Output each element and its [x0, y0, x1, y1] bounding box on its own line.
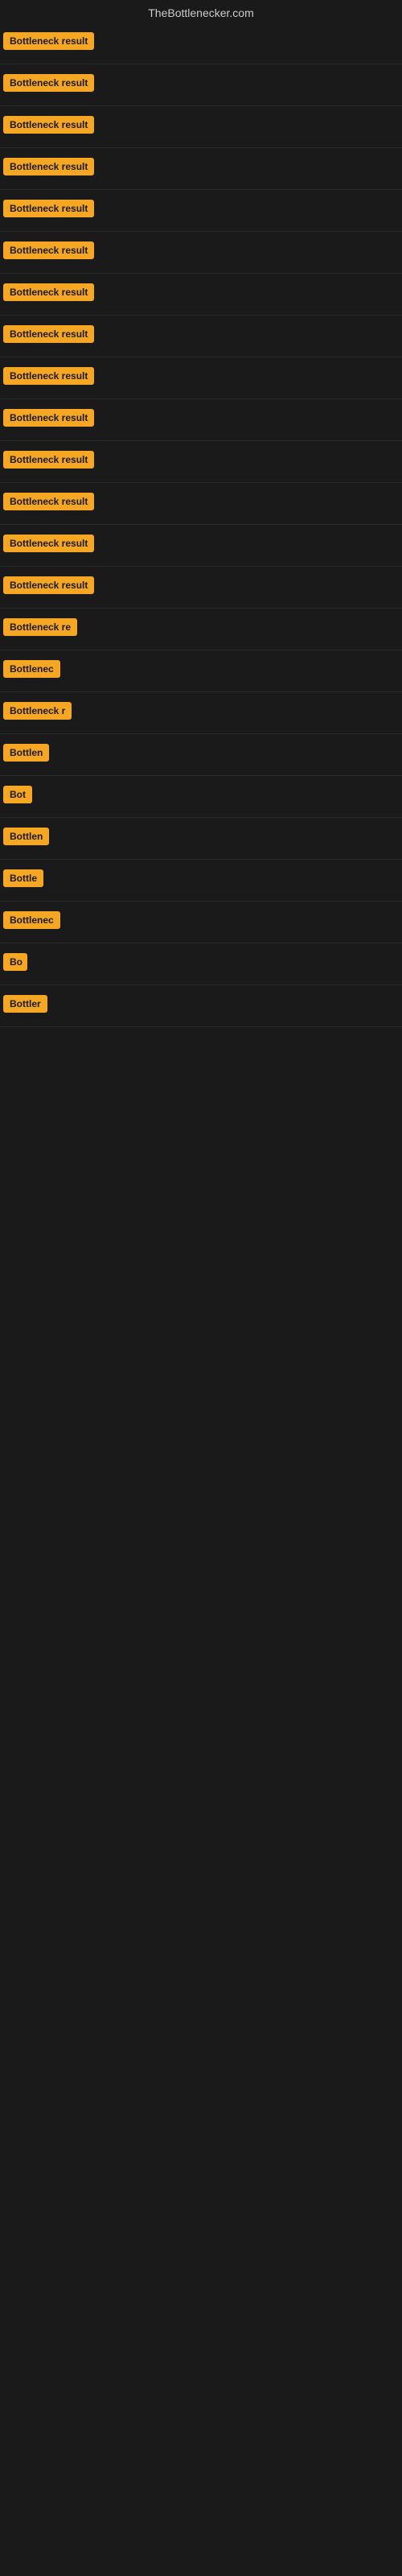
list-item: Bottleneck result [0, 64, 402, 106]
bottleneck-result-badge[interactable]: Bottleneck result [3, 367, 94, 385]
bottleneck-result-badge[interactable]: Bottleneck re [3, 618, 77, 636]
bottleneck-result-badge[interactable]: Bottlenec [3, 911, 60, 929]
bottleneck-result-badge[interactable]: Bottleneck result [3, 116, 94, 134]
bottleneck-result-badge[interactable]: Bottleneck result [3, 409, 94, 427]
list-item: Bottleneck result [0, 567, 402, 609]
bottleneck-result-badge[interactable]: Bottleneck result [3, 451, 94, 469]
list-item: Bottler [0, 985, 402, 1027]
list-item: Bottleneck re [0, 609, 402, 650]
results-list: Bottleneck result Bottleneck result Bottle… [0, 23, 402, 2154]
list-item: Bottleneck result [0, 23, 402, 64]
list-item: Bottlenec [0, 650, 402, 692]
list-item: Bottleneck result [0, 357, 402, 399]
list-item: Bottlen [0, 734, 402, 776]
bottleneck-result-badge[interactable]: Bottle [3, 869, 43, 887]
list-item: Bottleneck result [0, 525, 402, 567]
bottleneck-result-badge[interactable]: Bottleneck result [3, 576, 94, 594]
list-item: Bottleneck result [0, 106, 402, 148]
bottleneck-result-badge[interactable]: Bottlen [3, 744, 49, 762]
bottleneck-result-badge[interactable]: Bottler [3, 995, 47, 1013]
bottleneck-result-badge[interactable]: Bottleneck result [3, 200, 94, 217]
bottleneck-result-badge[interactable]: Bottlenec [3, 660, 60, 678]
bottleneck-result-badge[interactable]: Bottleneck result [3, 535, 94, 552]
list-item: Bottleneck result [0, 483, 402, 525]
bottleneck-result-badge[interactable]: Bot [3, 786, 32, 803]
bottleneck-result-badge[interactable]: Bottleneck result [3, 74, 94, 92]
list-item: Bo [0, 943, 402, 985]
bottleneck-result-badge[interactable]: Bottleneck result [3, 325, 94, 343]
list-item: Bottleneck result [0, 316, 402, 357]
site-title: TheBottlenecker.com [0, 0, 402, 23]
bottleneck-result-badge[interactable]: Bottleneck result [3, 32, 94, 50]
list-item: Bot [0, 776, 402, 818]
bottleneck-result-badge[interactable]: Bottleneck result [3, 242, 94, 259]
bottleneck-result-badge[interactable]: Bottleneck result [3, 283, 94, 301]
bottleneck-result-badge[interactable]: Bottleneck result [3, 158, 94, 175]
list-item: Bottleneck result [0, 190, 402, 232]
list-item: Bottleneck r [0, 692, 402, 734]
list-item: Bottleneck result [0, 232, 402, 274]
list-item: Bottlenec [0, 902, 402, 943]
list-item: Bottleneck result [0, 274, 402, 316]
list-item: Bottleneck result [0, 399, 402, 441]
bottleneck-result-badge[interactable]: Bottleneck result [3, 493, 94, 510]
bottleneck-result-badge[interactable]: Bo [3, 953, 27, 971]
list-item: Bottlen [0, 818, 402, 860]
list-item: Bottleneck result [0, 441, 402, 483]
list-item: Bottleneck result [0, 148, 402, 190]
list-item: Bottle [0, 860, 402, 902]
bottleneck-result-badge[interactable]: Bottlen [3, 828, 49, 845]
bottleneck-result-badge[interactable]: Bottleneck r [3, 702, 72, 720]
